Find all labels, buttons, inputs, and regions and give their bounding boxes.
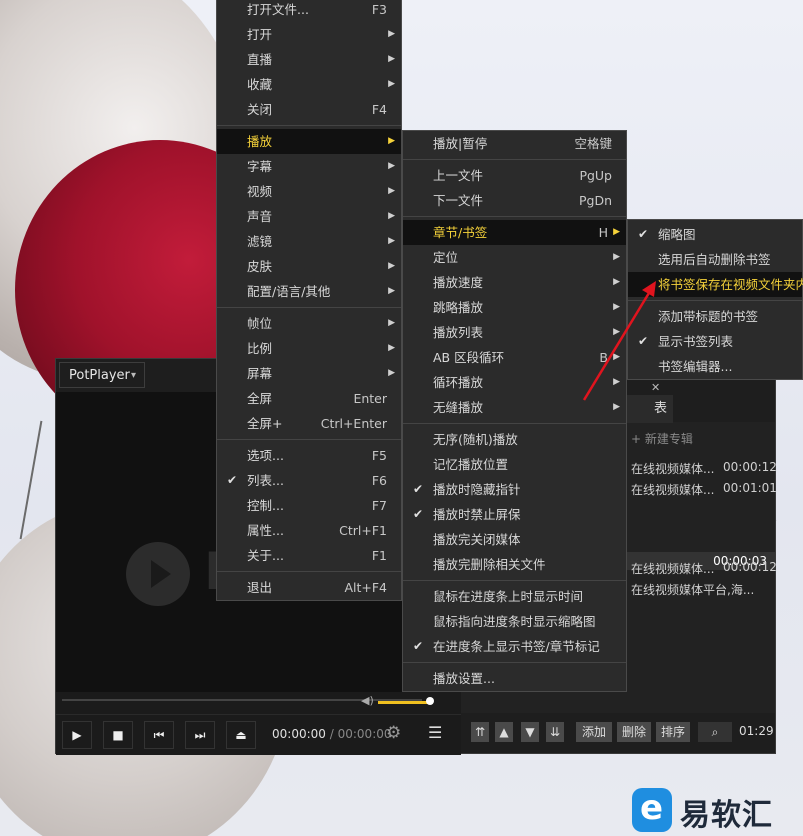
annotation-arrow [582,281,656,401]
watermark-logo-icon [632,788,672,832]
watermark: 易软汇 [632,784,803,836]
watermark-text: 易软汇 [680,798,773,833]
